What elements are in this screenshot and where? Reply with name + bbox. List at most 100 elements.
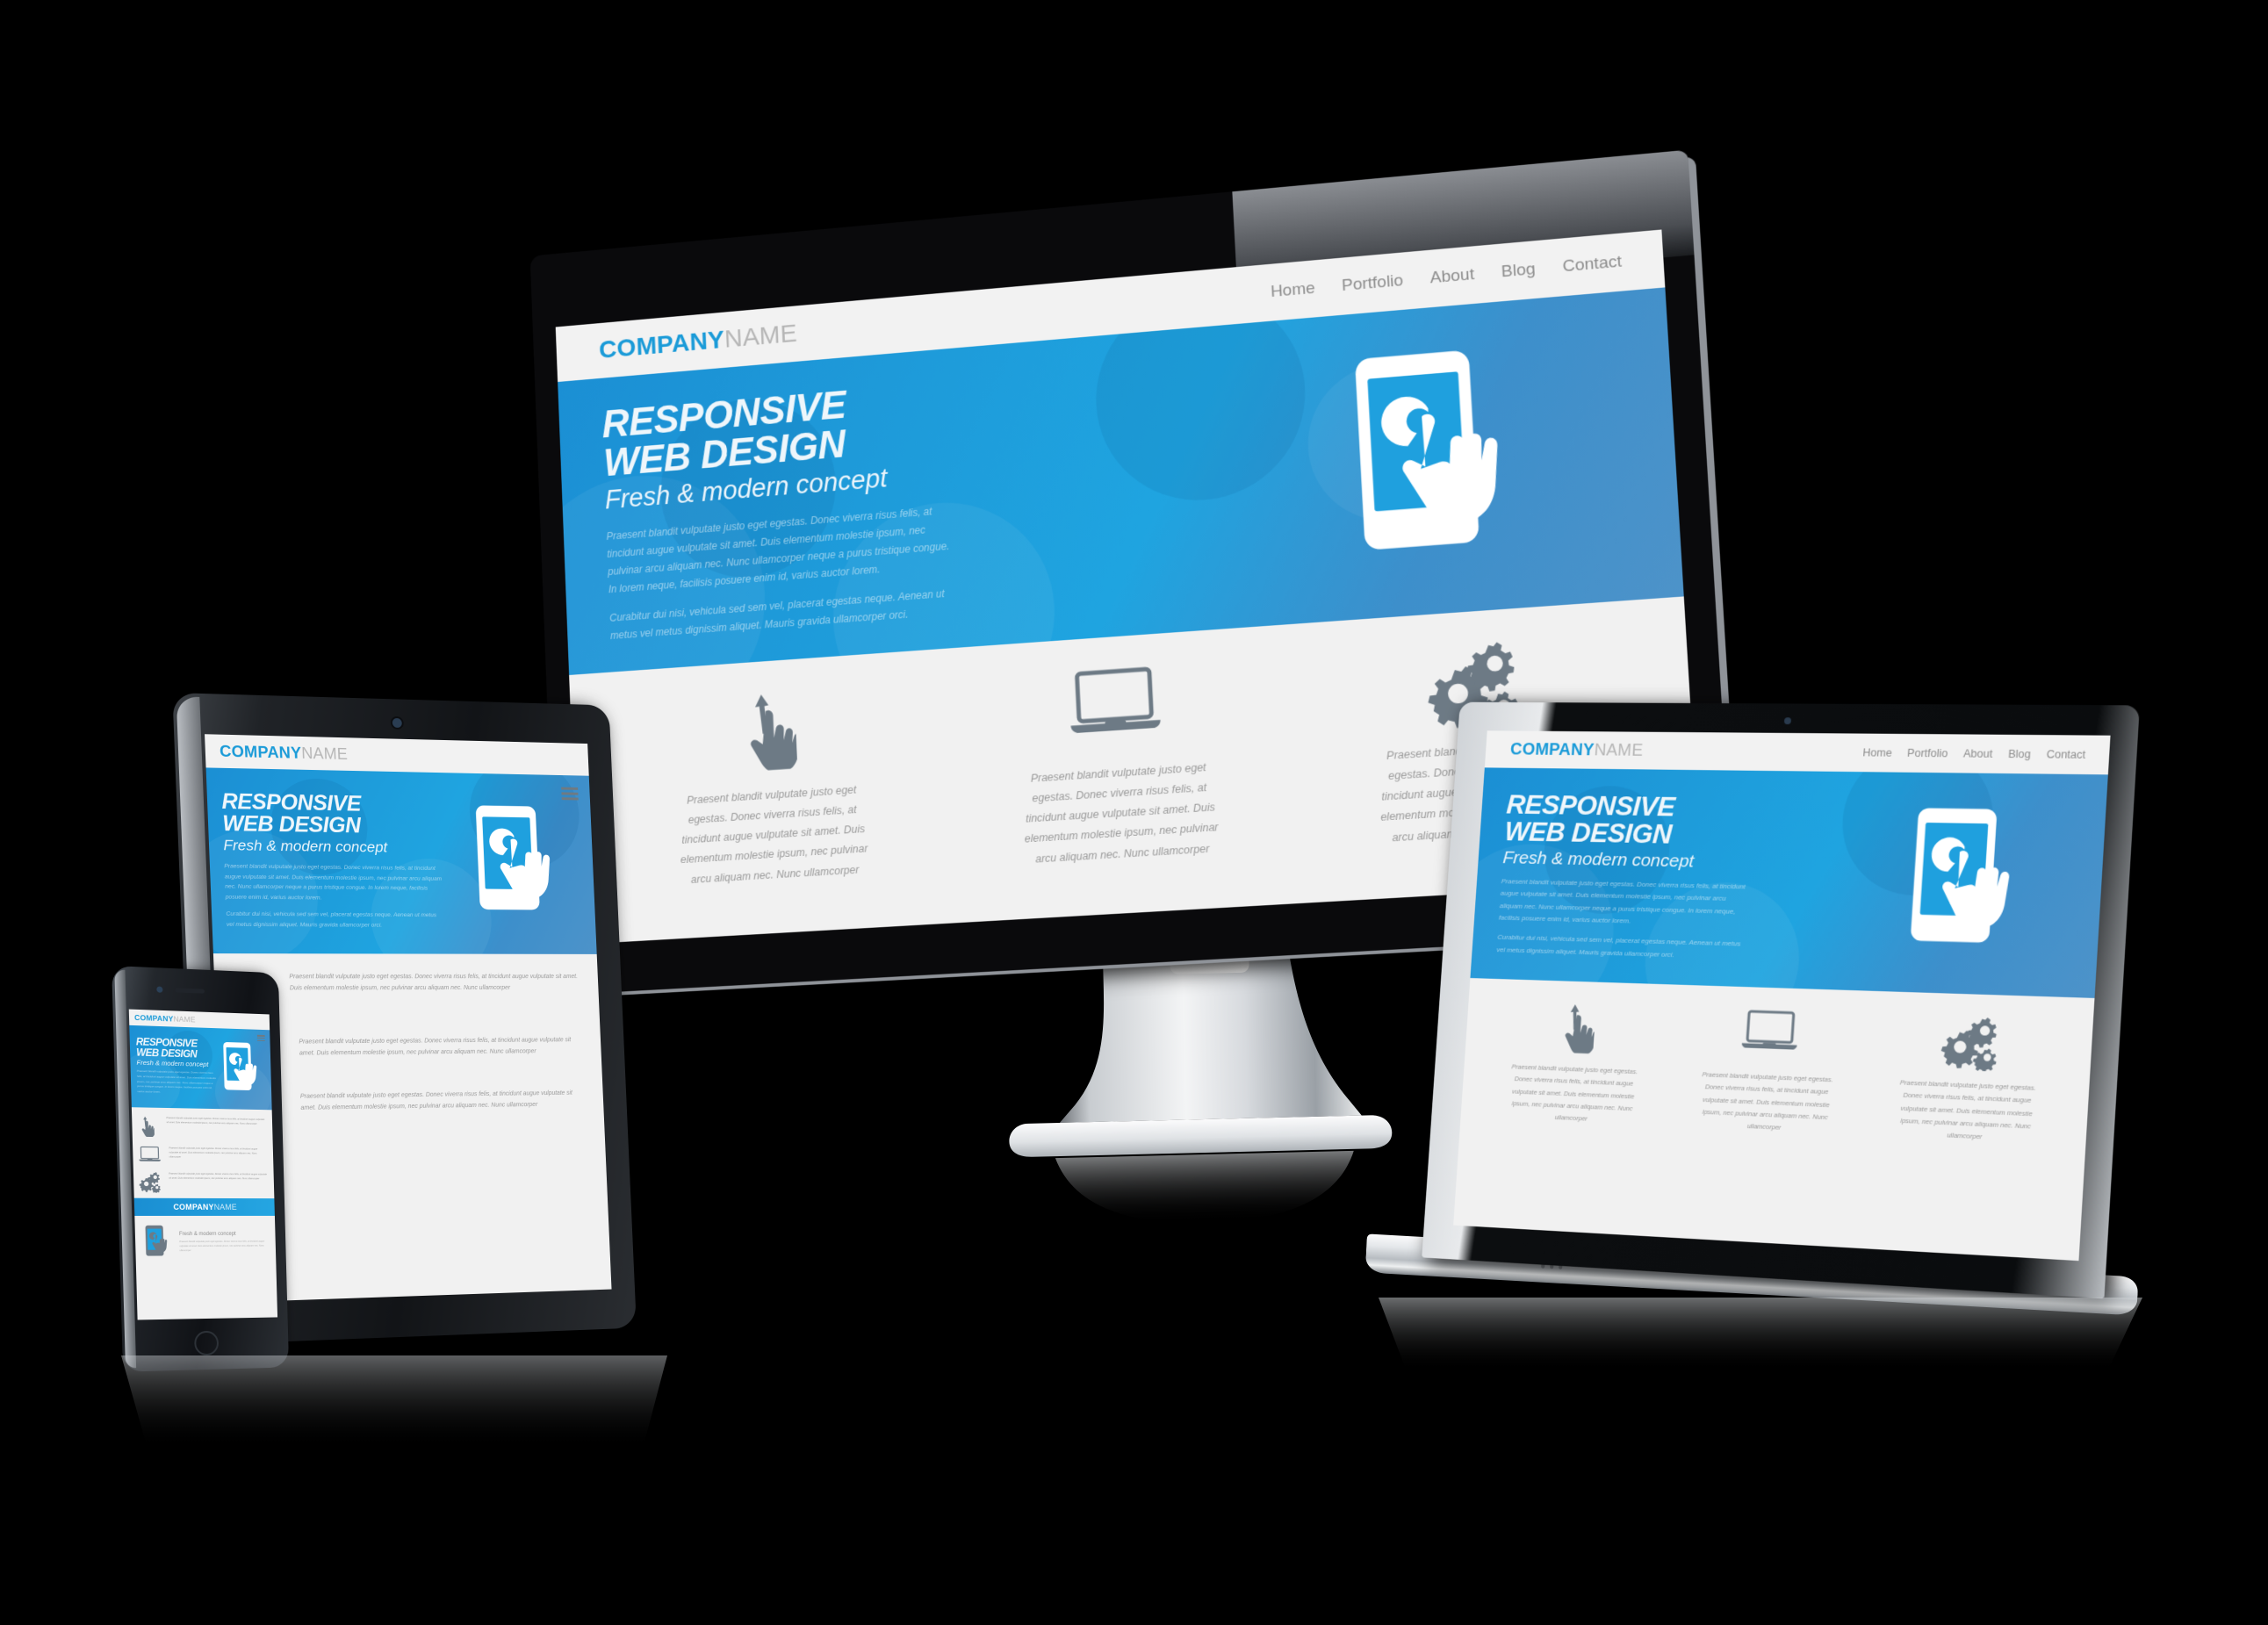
feature-item: Praesent blandit vulputate justo eget eg…: [140, 1146, 266, 1164]
hero-paragraph-2: Curabitur dui nisi, vehicula sed sem vel…: [1496, 931, 1749, 963]
hero-copy: RESPONSIVE WEB DESIGN Fresh & modern con…: [601, 351, 1255, 645]
site-logo[interactable]: COMPANYNAME: [134, 1013, 196, 1025]
pinch-resize-hand-icon: [739, 688, 798, 773]
logo-bold: COMPANY: [1509, 740, 1595, 759]
pinch-resize-hand-icon: [1558, 1002, 1596, 1054]
nav-item-contact[interactable]: Contact: [1562, 253, 1622, 277]
hero-section: RESPONSIVE WEB DESIGN Fresh & modern con…: [1470, 767, 2107, 998]
feature-item: Praesent blandit vulputate justo eget eg…: [235, 1088, 590, 1139]
feature-body: Praesent blandit vulputate justo eget eg…: [169, 1172, 267, 1182]
logo-light: NAME: [301, 744, 349, 762]
nav-item-blog[interactable]: Blog: [1501, 260, 1536, 282]
tablet-camera: [392, 718, 402, 728]
feature-item: Praesent blandit vulputate justo eget eg…: [230, 971, 585, 1017]
feature-item: Praesent blandit vulputate justo eget eg…: [1863, 1012, 2076, 1147]
hero-paragraph-1: Praesent blandit vulputate justo eget eg…: [606, 500, 960, 599]
logo-light: NAME: [173, 1014, 195, 1024]
site-nav: Home Portfolio About Blog Contact: [1271, 253, 1623, 302]
feature-body: Praesent blandit vulputate justo eget eg…: [1010, 757, 1232, 871]
feature-item: Praesent blandit vulputate justo eget eg…: [1667, 1005, 1871, 1138]
feature-item: Praesent blandit vulputate justo eget eg…: [233, 1034, 587, 1072]
laptop-icon: [1739, 1008, 1801, 1053]
tablet-phone-reflection: [105, 1352, 720, 1492]
website-phone: COMPANYNAME RESPONSIVE WEB DESIGN Fresh …: [129, 1010, 277, 1320]
hero-graphic: [1856, 806, 2079, 962]
laptop-screen: COMPANYNAME Home Portfolio About Blog Co…: [1453, 730, 2110, 1261]
hero-paragraph-1: Praesent blandit vulputate justo eget eg…: [137, 1069, 220, 1097]
hero-paragraph-1: Praesent blandit vulputate justo eget eg…: [224, 861, 444, 905]
logo-light: NAME: [724, 320, 797, 354]
touch-phone-hand-icon: [142, 1225, 173, 1261]
hero-headline-2: WEB DESIGN: [1504, 817, 1865, 851]
site-logo[interactable]: COMPANYNAME: [599, 320, 798, 365]
monitor-stand: [997, 938, 1408, 1238]
logo-bold: COMPANY: [134, 1013, 174, 1024]
monitor-stand-shape: [997, 938, 1408, 1238]
footer-logo: COMPANYNAME: [173, 1203, 237, 1212]
features-section-stacked: Praesent blandit vulputate justo eget eg…: [132, 1107, 275, 1198]
hero-section: RESPONSIVE WEB DESIGN Fresh & modern con…: [206, 767, 597, 953]
feature-body: Praesent blandit vulputate justo eget eg…: [1695, 1068, 1837, 1137]
hero-subhead: Fresh & modern concept: [136, 1060, 219, 1069]
hero-headline-2: WEB DESIGN: [222, 813, 454, 838]
hero-graphic: [218, 1041, 265, 1097]
touch-phone-hand-icon: [1332, 343, 1540, 577]
hero-subhead: Fresh & modern concept: [223, 838, 454, 857]
gears-icon: [138, 1171, 162, 1192]
laptop-icon: [1065, 663, 1163, 738]
nav-item-contact[interactable]: Contact: [2046, 748, 2085, 761]
site-logo[interactable]: COMPANYNAME: [1509, 740, 1644, 761]
laptop-icon: [138, 1146, 162, 1162]
promo-body: Praesent blandit vulputate justo eget eg…: [179, 1240, 269, 1254]
logo-bold: COMPANY: [220, 742, 302, 761]
hero-graphic: [452, 804, 582, 924]
laptop-device: COMPANYNAME Home Portfolio About Blog Co…: [1422, 702, 2140, 1298]
hero-copy: RESPONSIVE WEB DESIGN Fresh & modern con…: [136, 1038, 220, 1097]
nav-item-blog[interactable]: Blog: [2008, 748, 2031, 760]
logo-light: NAME: [214, 1203, 237, 1212]
hero-copy: RESPONSIVE WEB DESIGN Fresh & modern con…: [221, 791, 457, 931]
hero-copy: RESPONSIVE WEB DESIGN Fresh & modern con…: [1496, 790, 1866, 967]
feature-body: Praesent blandit vulputate justo eget eg…: [299, 1034, 587, 1060]
touch-phone-hand-icon: [218, 1041, 265, 1097]
nav-item-about[interactable]: About: [1963, 747, 1993, 759]
feature-body: Praesent blandit vulputate justo eget eg…: [300, 1088, 589, 1115]
feature-item: Praesent blandit vulputate justo eget eg…: [139, 1116, 266, 1139]
phone-screen: COMPANYNAME RESPONSIVE WEB DESIGN Fresh …: [129, 1010, 277, 1320]
footer-brand-bar: COMPANYNAME: [134, 1198, 275, 1216]
nav-item-home[interactable]: Home: [1862, 746, 1892, 759]
hero-paragraph-2: Curabitur dui nisi, vehicula sed sem vel…: [226, 910, 445, 931]
touch-phone-hand-icon: [464, 804, 571, 924]
feature-body: Praesent blandit vulputate justo eget eg…: [289, 971, 584, 995]
feature-body: Praesent blandit vulputate justo eget eg…: [166, 1116, 265, 1126]
hero-section: RESPONSIVE WEB DESIGN Fresh & modern con…: [129, 1025, 271, 1110]
features-section: Praesent blandit vulputate justo eget eg…: [1460, 978, 2094, 1148]
gears-icon: [1937, 1014, 2003, 1071]
site-logo[interactable]: COMPANYNAME: [220, 742, 349, 763]
nav-item-portfolio[interactable]: Portfolio: [1342, 271, 1404, 296]
hamburger-menu-icon[interactable]: [257, 1035, 265, 1041]
site-nav: Home Portfolio About Blog Contact: [1862, 746, 2086, 760]
logo-bold: COMPANY: [173, 1203, 214, 1212]
feature-body: Praesent blandit vulputate justo eget eg…: [1893, 1076, 2041, 1146]
pinch-resize-hand-icon: [139, 1116, 155, 1138]
smartphone-device: COMPANYNAME RESPONSIVE WEB DESIGN Fresh …: [112, 966, 289, 1372]
feature-item: Praesent blandit vulputate justo eget eg…: [1477, 999, 1674, 1129]
promo-heading: Fresh & modern concept: [179, 1232, 269, 1237]
touch-phone-hand-icon: [1895, 807, 2038, 961]
nav-item-home[interactable]: Home: [1271, 279, 1316, 302]
promo-section: Fresh & modern concept Praesent blandit …: [134, 1216, 276, 1269]
hamburger-menu-icon[interactable]: [561, 787, 579, 801]
hero-subhead: Fresh & modern concept: [1502, 848, 1862, 875]
nav-item-about[interactable]: About: [1429, 265, 1475, 288]
logo-light: NAME: [1594, 740, 1644, 759]
hero-paragraph-1: Praesent blandit vulputate justo eget eg…: [1498, 875, 1752, 931]
feature-body: Praesent blandit vulputate justo eget eg…: [666, 779, 881, 891]
hero-graphic: [1242, 335, 1634, 583]
feature-item: Praesent blandit vulputate justo eget eg…: [598, 679, 947, 895]
feature-body: Praesent blandit vulputate justo eget eg…: [169, 1146, 266, 1161]
phone-camera: [156, 986, 162, 992]
logo-bold: COMPANY: [599, 326, 725, 364]
website-laptop: COMPANYNAME Home Portfolio About Blog Co…: [1453, 730, 2110, 1261]
nav-item-portfolio[interactable]: Portfolio: [1907, 747, 1948, 759]
